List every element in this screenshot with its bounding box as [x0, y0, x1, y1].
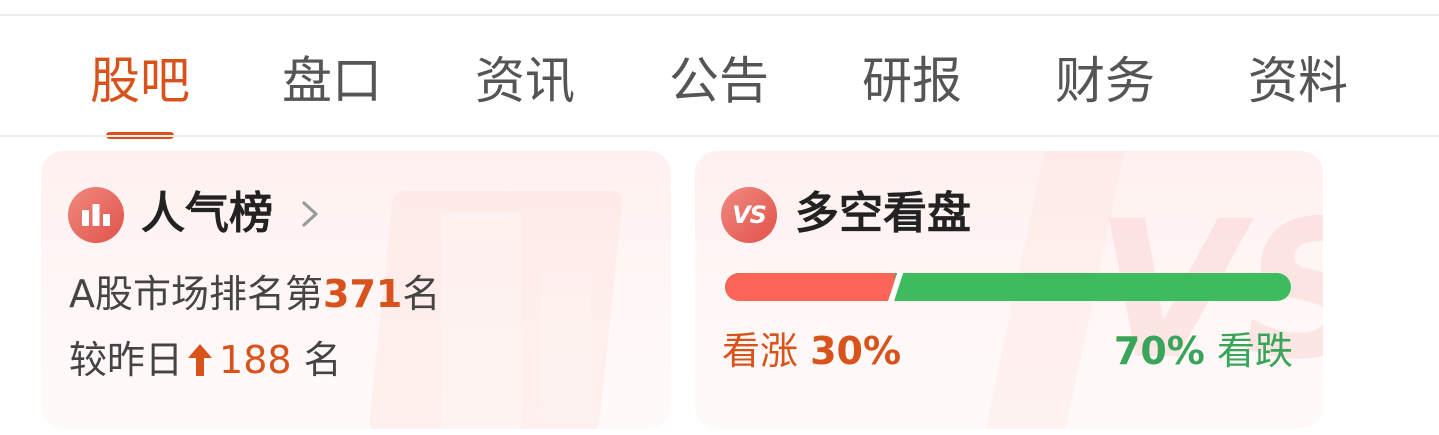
tab-label: 资讯 [475, 52, 575, 110]
bull-text: 看涨 [722, 329, 799, 373]
tab-guba[interactable]: 股吧 [50, 46, 230, 139]
bull-label: 看涨 30% [722, 323, 901, 379]
change-prefix: 较昨日 [69, 338, 184, 382]
tab-research[interactable]: 研报 [822, 46, 1002, 116]
bear-percent: 70% [1113, 329, 1205, 373]
tab-finance[interactable]: 财务 [1015, 46, 1195, 116]
rank-value: 371 [323, 272, 403, 316]
tab-label: 公告 [669, 52, 769, 110]
tab-label: 研报 [862, 52, 962, 110]
popularity-title: 人气榜 [141, 188, 273, 239]
popularity-card[interactable]: 人气榜 A股市场排名第371名 较昨日 188 名 [41, 151, 671, 429]
tab-label: 资料 [1248, 52, 1348, 110]
rank-change: 较昨日 188 名 [69, 332, 342, 388]
tab-label: 盘口 [282, 52, 382, 110]
tab-label: 股吧 [90, 52, 190, 110]
bar-chart-icon [68, 187, 124, 243]
tab-announcements[interactable]: 公告 [629, 46, 809, 116]
vs-icon: VS [721, 187, 777, 243]
rank-suffix: 名 [402, 272, 441, 316]
tab-profile[interactable]: 资料 [1208, 46, 1388, 116]
arrow-up-icon [188, 344, 213, 376]
market-rank: A股市场排名第371名 [69, 266, 440, 322]
rank-prefix: A股市场排名第 [69, 272, 323, 316]
tab-label: 财务 [1055, 52, 1155, 110]
bear-label: 70% 看跌 [1114, 323, 1293, 379]
change-suffix: 名 [291, 338, 342, 382]
tab-pankou[interactable]: 盘口 [242, 46, 422, 116]
chevron-right-icon [302, 201, 318, 227]
tabs-divider [0, 135, 1439, 137]
sentiment-bar [725, 273, 1291, 301]
bull-bar [725, 273, 895, 301]
sentiment-card[interactable]: VS VS 多空看盘 看涨 30% 70% 看跌 [695, 151, 1323, 429]
vs-icon-text: VS [732, 201, 767, 229]
tab-news[interactable]: 资讯 [435, 46, 615, 116]
change-value: 188 [219, 338, 292, 382]
sentiment-title: 多空看盘 [795, 188, 971, 239]
bear-text: 看跌 [1216, 329, 1293, 373]
tab-bar: 股吧 盘口 资讯 公告 研报 财务 资料 [0, 16, 1439, 139]
bull-percent: 30% [810, 329, 902, 373]
